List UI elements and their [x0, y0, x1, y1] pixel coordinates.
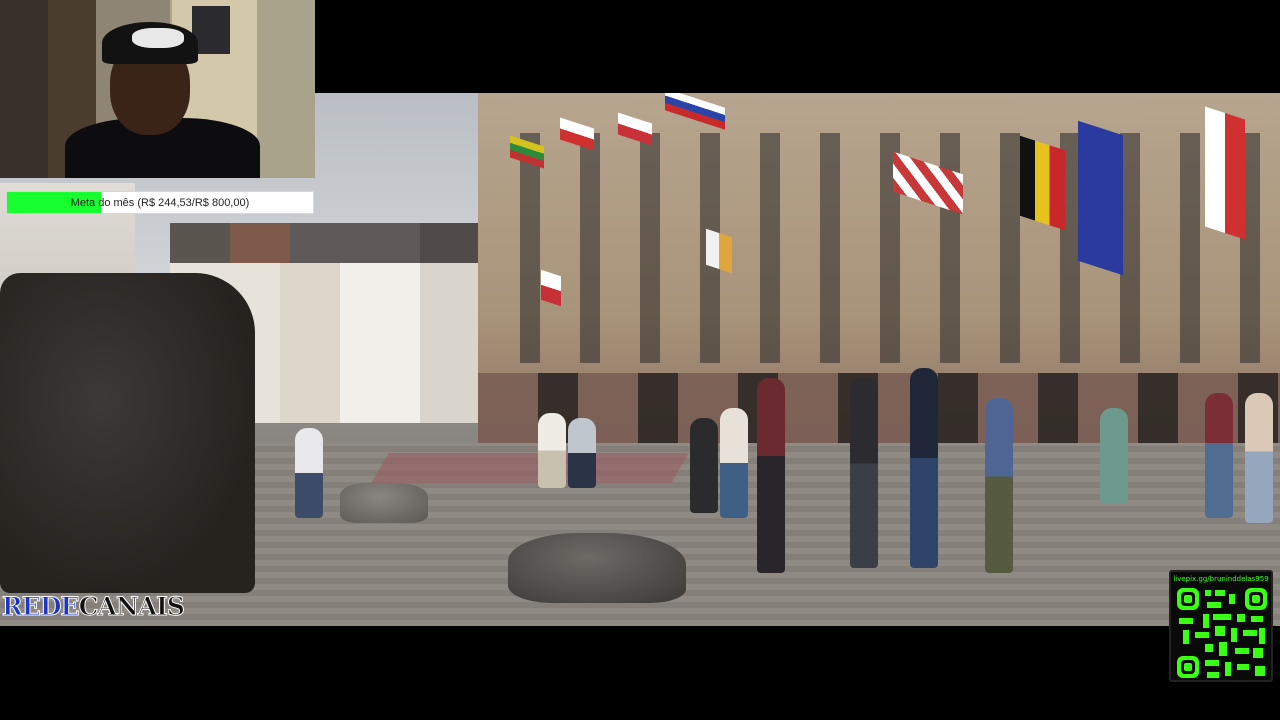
redecanais-logo: REDECANAIS	[2, 592, 186, 621]
stone-bench	[340, 483, 428, 523]
person	[1205, 393, 1233, 518]
flag	[1020, 135, 1065, 231]
stone-boulder	[508, 533, 686, 603]
person	[910, 368, 938, 568]
flag	[1205, 106, 1245, 240]
person	[690, 418, 718, 513]
bronze-sculpture	[0, 273, 255, 593]
person	[568, 418, 596, 488]
goal-label: Meta do mês (R$ 244,53/R$ 800,00)	[70, 196, 250, 209]
person	[1100, 408, 1128, 503]
red-carpet	[371, 453, 689, 483]
town-hall-facade	[478, 93, 1280, 463]
qr-url: livepix.gg/bruninddelas959	[1173, 575, 1269, 583]
webcam-overlay	[0, 0, 315, 178]
livepix-qr-card[interactable]: livepix.gg/bruninddelas959	[1169, 570, 1273, 682]
logo-part-2: CANAIS	[78, 592, 185, 621]
person	[850, 378, 878, 568]
person	[985, 398, 1013, 573]
donation-goal-bar: Meta do mês (R$ 244,53/R$ 800,00)	[6, 191, 314, 214]
qr-code-icon	[1177, 588, 1267, 678]
person	[720, 408, 748, 518]
person	[538, 413, 566, 488]
flag	[1078, 120, 1123, 276]
person	[295, 428, 323, 518]
person	[1245, 393, 1273, 523]
logo-part-1: REDE	[2, 592, 81, 621]
person	[757, 378, 785, 573]
flag	[541, 269, 561, 307]
